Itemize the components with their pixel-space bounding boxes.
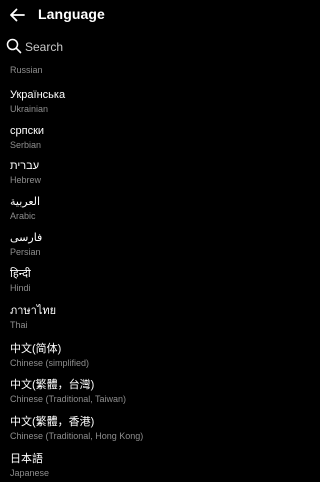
top-app-bar: Language xyxy=(0,0,243,30)
language-item-arabic[interactable]: العربية Arabic xyxy=(0,195,243,229)
language-native-name: العربية xyxy=(10,196,41,208)
arrow-left-icon xyxy=(10,8,25,22)
search-bar[interactable] xyxy=(0,35,243,59)
language-native-name: Українська xyxy=(10,89,66,101)
language-item-thai[interactable]: ภาษาไทย Thai xyxy=(0,304,243,338)
language-native-name: فارسی xyxy=(10,232,43,244)
language-english-name: Chinese (simplified) xyxy=(10,358,90,368)
language-item-chinese-traditional-hong-kong[interactable]: 中文(繁體，香港) Chinese (Traditional, Hong Kon… xyxy=(0,415,243,449)
language-native-name: 中文(简体) xyxy=(10,343,62,355)
search-input[interactable] xyxy=(25,38,225,56)
language-native-name: српски xyxy=(10,125,45,137)
language-native-name: ภาษาไทย xyxy=(10,305,57,317)
language-english-name: Russian xyxy=(10,65,43,75)
language-native-name: 日本語 xyxy=(10,453,43,465)
page-title: Language xyxy=(38,6,105,22)
language-item-serbian[interactable]: српски Serbian xyxy=(0,124,243,158)
language-item-hindi[interactable]: हिन्दी Hindi xyxy=(0,267,243,301)
language-item-chinese-traditional-taiwan[interactable]: 中文(繁體，台灣) Chinese (Traditional, Taiwan) xyxy=(0,378,243,412)
language-english-name: Hindi xyxy=(10,283,31,293)
search-icon xyxy=(6,38,22,54)
language-item-hebrew[interactable]: עברית Hebrew xyxy=(0,159,243,193)
language-item-chinese-simplified[interactable]: 中文(简体) Chinese (simplified) xyxy=(0,342,243,376)
language-list: Russian Українська Ukrainian српски Serb… xyxy=(0,62,243,482)
language-native-name: עברית xyxy=(10,160,40,172)
language-english-name: Chinese (Traditional, Taiwan) xyxy=(10,394,127,404)
language-item-japanese[interactable]: 日本語 Japanese xyxy=(0,452,243,482)
language-english-name: Ukrainian xyxy=(10,104,49,114)
language-english-name: Thai xyxy=(10,320,28,330)
language-item-persian[interactable]: فارسی Persian xyxy=(0,231,243,265)
back-button[interactable] xyxy=(6,4,28,26)
language-english-name: Serbian xyxy=(10,140,42,150)
language-item-ukrainian[interactable]: Українська Ukrainian xyxy=(0,88,243,122)
language-english-name: Persian xyxy=(10,247,41,257)
language-native-name: 中文(繁體，香港) xyxy=(10,416,95,428)
language-english-name: Chinese (Traditional, Hong Kong) xyxy=(10,431,144,441)
language-english-name: Arabic xyxy=(10,211,36,221)
language-english-name: Hebrew xyxy=(10,175,42,185)
language-native-name: 中文(繁體，台灣) xyxy=(10,379,95,391)
language-native-name: हिन्दी xyxy=(10,268,31,280)
language-english-name: Japanese xyxy=(10,468,50,478)
